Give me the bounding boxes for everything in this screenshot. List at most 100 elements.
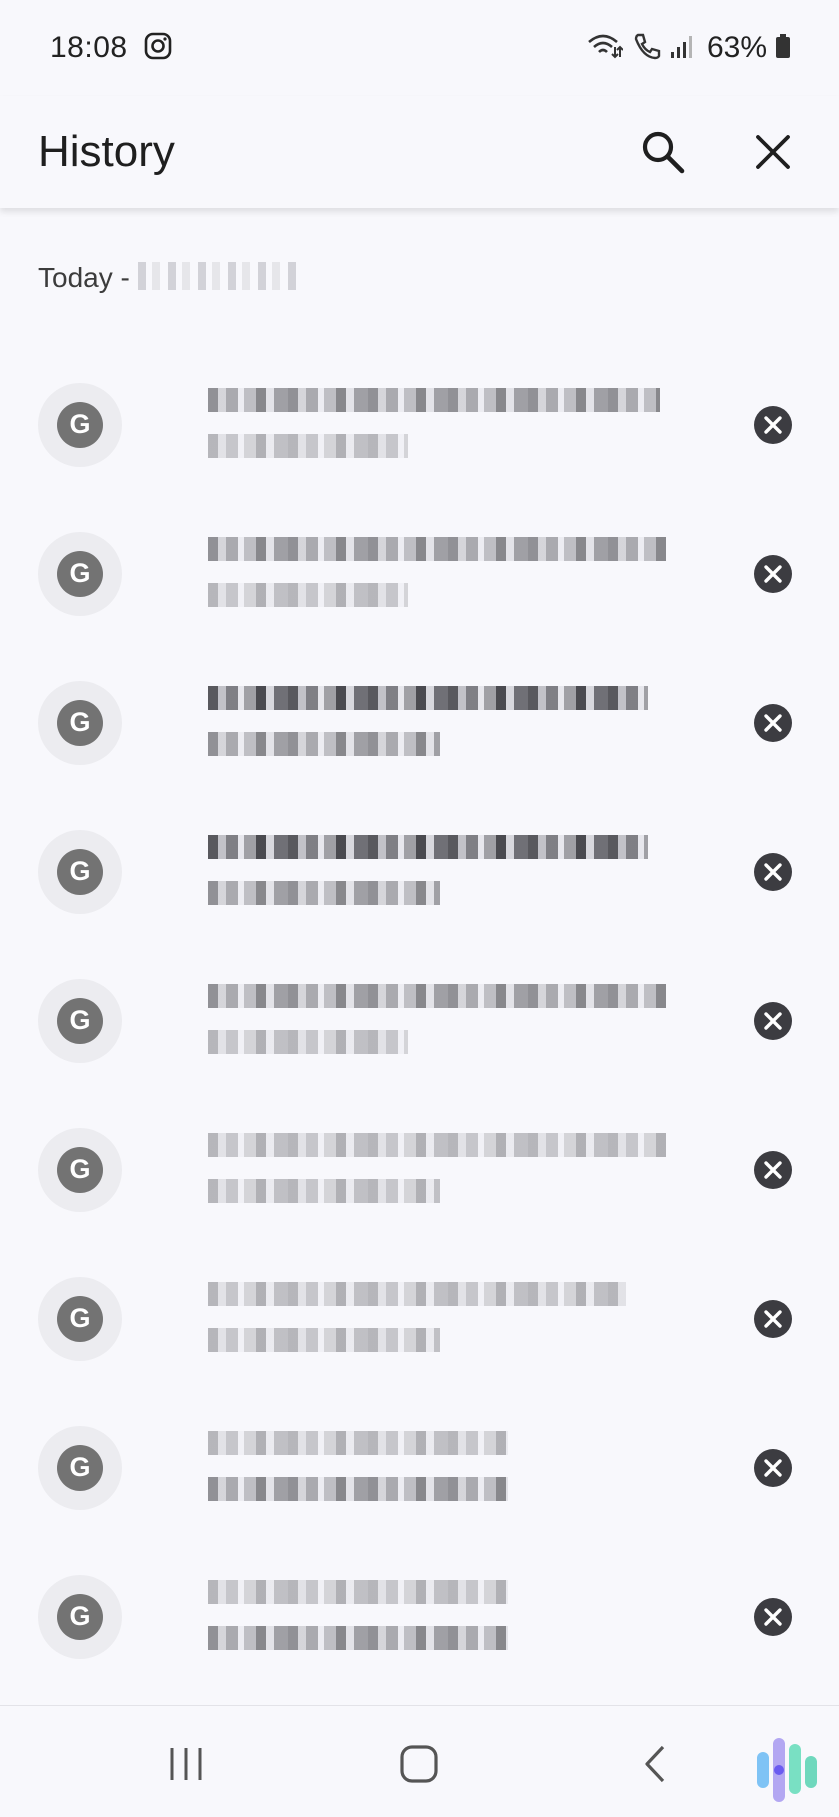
- site-favicon: G: [38, 531, 122, 616]
- remove-circle-icon: [754, 1597, 792, 1636]
- redacted-item-text: [208, 1572, 751, 1662]
- redacted-url: [208, 582, 408, 607]
- google-favicon-icon: G: [57, 848, 103, 895]
- site-favicon: G: [38, 829, 122, 914]
- status-right: 63%: [587, 31, 791, 66]
- redacted-title: [208, 1132, 666, 1157]
- battery-percentage: 63%: [706, 31, 767, 64]
- site-favicon: G: [38, 1276, 122, 1361]
- redacted-title: [208, 834, 648, 859]
- google-favicon-icon: G: [57, 401, 103, 448]
- remove-item-button[interactable]: [751, 999, 795, 1043]
- search-button[interactable]: [631, 120, 695, 184]
- site-favicon: G: [38, 1574, 122, 1659]
- status-time: 18:08: [50, 31, 128, 64]
- redacted-url: [208, 1476, 508, 1501]
- date-section-header: Today -: [0, 208, 839, 350]
- redacted-title: [208, 983, 666, 1008]
- redacted-url: [208, 731, 440, 756]
- redacted-url: [208, 1625, 508, 1650]
- close-button[interactable]: [741, 120, 805, 184]
- redacted-url: [208, 1327, 440, 1352]
- wifi-calling-icon: [587, 31, 624, 66]
- redacted-url: [208, 880, 440, 905]
- redacted-item-text: [208, 678, 751, 768]
- google-favicon-icon: G: [57, 1444, 103, 1491]
- remove-circle-icon: [754, 554, 792, 593]
- remove-item-button[interactable]: [751, 1297, 795, 1341]
- site-favicon: G: [38, 382, 122, 467]
- google-favicon-icon: G: [57, 699, 103, 746]
- remove-item-button[interactable]: [751, 850, 795, 894]
- remove-circle-icon: [754, 703, 792, 742]
- remove-circle-icon: [754, 1448, 792, 1487]
- redacted-item-text: [208, 529, 751, 619]
- back-button[interactable]: [627, 1738, 683, 1790]
- status-left: 18:08: [50, 31, 172, 65]
- call-icon: [631, 31, 661, 66]
- remove-item-button[interactable]: [751, 701, 795, 745]
- history-item[interactable]: G: [0, 1393, 839, 1542]
- redacted-title: [208, 1579, 508, 1604]
- redacted-item-text: [208, 827, 751, 917]
- redacted-title: [208, 685, 648, 710]
- remove-item-button[interactable]: [751, 1595, 795, 1639]
- search-icon: [642, 131, 685, 174]
- redacted-item-text: [208, 1274, 751, 1364]
- remove-item-button[interactable]: [751, 1446, 795, 1490]
- history-item[interactable]: G: [0, 350, 839, 499]
- home-button[interactable]: [391, 1738, 447, 1790]
- back-icon: [645, 1745, 665, 1783]
- history-item[interactable]: G: [0, 1095, 839, 1244]
- signal-icon: [669, 32, 695, 65]
- app-bar: History: [0, 96, 839, 208]
- history-item[interactable]: G: [0, 499, 839, 648]
- redacted-item-text: [208, 1125, 751, 1215]
- redacted-title: [208, 387, 660, 412]
- remove-circle-icon: [754, 1299, 792, 1338]
- remove-item-button[interactable]: [751, 1148, 795, 1192]
- recent-apps-button[interactable]: [158, 1738, 214, 1790]
- redacted-title: [208, 536, 666, 561]
- remove-circle-icon: [754, 405, 792, 444]
- google-favicon-icon: G: [57, 550, 103, 597]
- redacted-item-text: [208, 976, 751, 1066]
- redacted-date: [137, 262, 298, 290]
- site-favicon: G: [38, 1127, 122, 1212]
- recent-apps-icon: [170, 1748, 202, 1780]
- system-nav-bar: [0, 1705, 839, 1817]
- history-item[interactable]: G: [0, 1542, 839, 1691]
- battery-icon: [775, 33, 791, 64]
- google-favicon-icon: G: [57, 1146, 103, 1193]
- redacted-url: [208, 1029, 408, 1054]
- close-icon: [756, 135, 790, 169]
- home-icon: [400, 1745, 438, 1783]
- redacted-item-text: [208, 380, 751, 470]
- site-favicon: G: [38, 680, 122, 765]
- watermark-logo-icon: [753, 1734, 821, 1804]
- remove-circle-icon: [754, 1150, 792, 1189]
- history-screen: 18:08 63% History Today - G G G G G G G …: [0, 0, 839, 1817]
- redacted-url: [208, 433, 408, 458]
- google-favicon-icon: G: [57, 1295, 103, 1342]
- remove-circle-icon: [754, 1001, 792, 1040]
- redacted-item-text: [208, 1423, 751, 1513]
- remove-item-button[interactable]: [751, 552, 795, 596]
- status-bar: 18:08 63%: [0, 0, 839, 96]
- redacted-title: [208, 1281, 626, 1306]
- history-item[interactable]: G: [0, 648, 839, 797]
- redacted-url: [208, 1178, 440, 1203]
- redacted-title: [208, 1430, 508, 1455]
- history-item[interactable]: G: [0, 797, 839, 946]
- history-item[interactable]: G: [0, 946, 839, 1095]
- remove-circle-icon: [754, 852, 792, 891]
- history-item[interactable]: G: [0, 1244, 839, 1393]
- history-list[interactable]: Today - G G G G G G G G G: [0, 208, 839, 1705]
- date-section-label: Today -: [38, 262, 130, 293]
- site-favicon: G: [38, 978, 122, 1063]
- remove-item-button[interactable]: [751, 403, 795, 447]
- google-favicon-icon: G: [57, 1593, 103, 1640]
- site-favicon: G: [38, 1425, 122, 1510]
- instagram-icon: [144, 32, 172, 65]
- page-title: History: [38, 127, 175, 176]
